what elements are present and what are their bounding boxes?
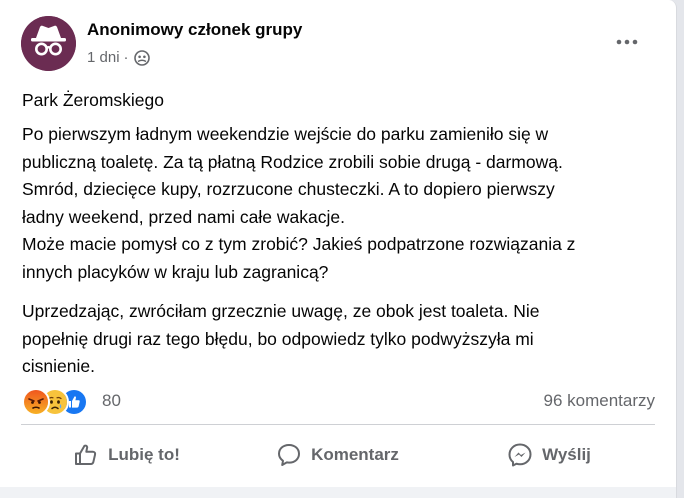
post-timestamp[interactable]: 1 dni — [87, 49, 120, 66]
more-options-button[interactable] — [609, 24, 645, 60]
thumbs-up-icon — [73, 442, 99, 468]
post-line: publiczną toaletę. Za tą płatną Rodzice … — [22, 151, 563, 172]
incognito-icon — [21, 16, 76, 71]
post-body: Po pierwszym ładnym weekendzie wejście d… — [22, 121, 672, 381]
post-line: Może macie pomysł co z tym zrobić? Jakie… — [22, 234, 576, 254]
post-title: Park Żeromskiego — [22, 90, 164, 110]
ellipsis-icon — [616, 39, 638, 45]
reaction-count[interactable]: 80 — [102, 391, 121, 411]
like-label: Lubię to! — [108, 445, 180, 464]
comment-icon — [276, 442, 302, 468]
post-line: innych placyków w kraju lub zagranicą? — [22, 261, 329, 282]
post-author[interactable]: Anonimowy członek grupy — [87, 20, 302, 40]
post-header: Anonimowy członek grupy 1 dni · — [21, 16, 661, 72]
comments-count[interactable]: 96 komentarzy — [544, 391, 656, 411]
post-line: cisnienie. — [22, 356, 95, 376]
post-line: Smród, dziecięce kupy, rozrzucone chuste… — [22, 179, 555, 199]
reactions-summary: 80 96 komentarzy — [22, 387, 656, 416]
meta-separator: · — [123, 49, 129, 66]
reaction-icons[interactable] — [22, 388, 102, 416]
group-icon — [133, 49, 150, 66]
comment-label: Komentarz — [311, 445, 399, 464]
post-meta: 1 dni · — [87, 49, 150, 66]
comment-button[interactable]: Komentarz — [232, 431, 443, 479]
anonymous-avatar[interactable] — [21, 16, 76, 71]
like-button[interactable]: Lubię to! — [21, 431, 232, 479]
post-line: Uprzedzając, zwróciłam grzecznie uwagę, … — [22, 301, 540, 321]
post-card: Anonimowy członek grupy 1 dni · Park Żer… — [0, 0, 677, 498]
messenger-icon — [507, 442, 533, 468]
post-line: popełnię drugi raz tego błędu, bo odpowi… — [22, 328, 534, 349]
comment-area-edge — [0, 487, 676, 498]
share-label: Wyślij — [542, 445, 591, 464]
angry-reaction-icon — [22, 388, 50, 416]
post-actions: Lubię to! Komentarz Wyślij — [21, 431, 655, 479]
post-line: Po pierwszym ładnym weekendzie wejście d… — [22, 124, 549, 144]
divider — [21, 424, 655, 425]
post-line: ładny weekend, przed nami całe wakacje. — [22, 206, 345, 227]
share-button[interactable]: Wyślij — [443, 431, 655, 479]
